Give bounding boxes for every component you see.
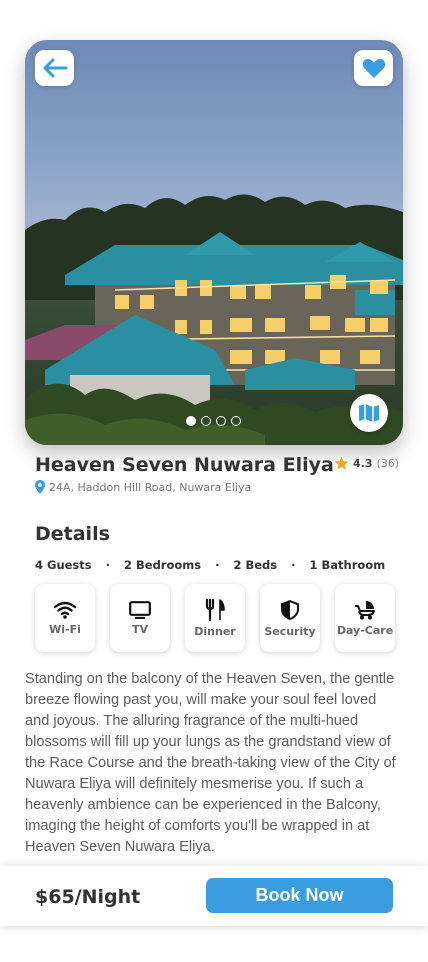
location-pin-icon xyxy=(35,480,45,494)
gallery-dot[interactable] xyxy=(216,416,226,426)
gallery-dot[interactable] xyxy=(201,416,211,426)
gallery-dot[interactable] xyxy=(231,416,241,426)
hotel-photo[interactable] xyxy=(25,40,403,445)
amenity-label: Wi-Fi xyxy=(49,622,81,636)
spec-separator: · xyxy=(291,558,296,572)
back-button[interactable] xyxy=(35,50,74,86)
spec-separator: · xyxy=(105,558,110,572)
map-button[interactable] xyxy=(350,394,388,432)
hotel-image xyxy=(25,194,403,445)
amenity-daycare[interactable]: Day-Care xyxy=(335,584,395,652)
amenity-dinner[interactable]: Dinner xyxy=(185,584,245,652)
gallery-dot[interactable] xyxy=(186,416,196,426)
tv-icon xyxy=(129,600,151,619)
spec-separator: · xyxy=(215,558,220,572)
spec-item: 4 Guests xyxy=(35,558,92,572)
spec-item: 1 Bathroom xyxy=(309,558,386,572)
amenity-label: Day-Care xyxy=(336,623,394,637)
review-count: (36) xyxy=(376,456,400,470)
amenity-security[interactable]: Security xyxy=(260,584,320,652)
property-name: Heaven Seven Nuwara Eliya xyxy=(35,454,334,476)
map-icon xyxy=(359,404,379,422)
address: 24A, Haddon Hill Road, Nuwara Eliya xyxy=(35,480,251,494)
amenity-label: TV xyxy=(131,622,149,636)
address-text: 24A, Haddon Hill Road, Nuwara Eliya xyxy=(49,480,252,494)
wifi-icon xyxy=(54,601,76,619)
star-icon xyxy=(334,456,349,470)
rating-value: 4.3 xyxy=(353,456,373,470)
amenity-label: Dinner xyxy=(194,624,236,638)
arrow-left-icon xyxy=(43,58,67,78)
heart-icon xyxy=(362,59,385,78)
amenity-label: Security xyxy=(264,624,316,638)
favorite-button[interactable] xyxy=(354,50,393,86)
dinner-icon xyxy=(205,598,225,621)
amenities-list: Wi-Fi TV Dinner Security Day-Care xyxy=(35,584,395,652)
property-description: Standing on the balcony of the Heaven Se… xyxy=(25,671,396,855)
amenity-tv[interactable]: TV xyxy=(110,584,170,652)
nightly-price: $65/Night xyxy=(35,886,141,908)
spec-item: 2 Bedrooms xyxy=(124,558,202,572)
details-heading: Details xyxy=(35,523,110,545)
amenity-wifi[interactable]: Wi-Fi xyxy=(35,584,95,652)
room-specs: 4 Guests · 2 Bedrooms · 2 Beds · 1 Bathroom xyxy=(35,558,385,572)
spec-item: 2 Beds xyxy=(233,558,278,572)
book-now-button[interactable]: Book Now xyxy=(206,878,393,913)
rating: 4.3 (36) xyxy=(334,456,399,470)
gallery-pagination[interactable] xyxy=(186,416,241,426)
stroller-icon xyxy=(355,600,375,619)
shield-icon xyxy=(281,599,299,620)
